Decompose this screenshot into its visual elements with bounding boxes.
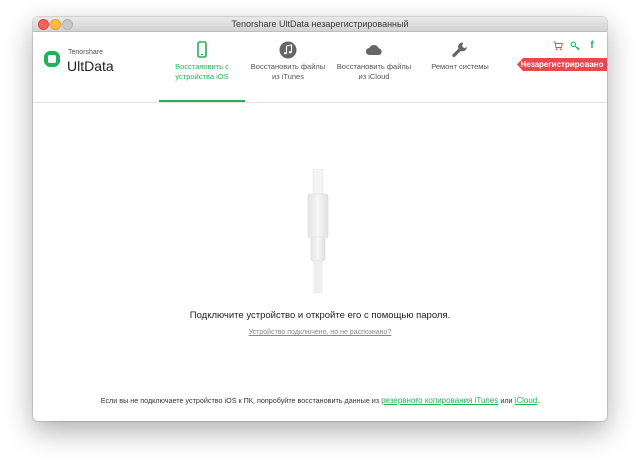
header-toolbar: Tenorshare UltData Восстановить с устрой… — [33, 32, 607, 103]
logo-brand: Tenorshare — [68, 49, 104, 56]
facebook-icon[interactable]: f — [587, 41, 597, 51]
icloud-link[interactable]: iCloud — [515, 396, 538, 405]
footer-suffix: . — [537, 396, 540, 405]
cloud-icon — [365, 44, 382, 56]
ultdata-logo-icon — [44, 51, 60, 67]
tab-label-line2: из iTunes — [272, 72, 304, 81]
footer-prefix: Если вы не подключаете устройство iOS к … — [100, 396, 382, 405]
phone-icon — [197, 41, 207, 58]
unregistered-badge[interactable]: Незарегистрировано — [517, 58, 607, 71]
itunes-backup-link[interactable]: резервного копирования iTunes — [381, 396, 498, 405]
lightning-cable-icon — [307, 169, 329, 293]
music-icon — [279, 41, 297, 59]
key-icon[interactable] — [570, 41, 580, 51]
connect-device-message: Подключите устройство и откройте его с п… — [189, 310, 451, 321]
footer-mid: или — [498, 396, 515, 405]
footer-note: Если вы не подключаете устройство iOS к … — [33, 396, 607, 406]
cart-icon[interactable] — [553, 41, 563, 51]
active-tab-indicator — [159, 100, 245, 102]
tab-recover-icloud[interactable]: Восстановить файлы из iCloud — [331, 32, 417, 102]
tab-repair-system[interactable]: Ремонт системы — [417, 32, 503, 102]
tab-label-line2: устройства iOS — [175, 72, 229, 81]
device-not-recognized-link[interactable]: Устройство подключено, но не распознано? — [249, 329, 392, 336]
tab-label-line1: Восстановить с — [175, 62, 229, 71]
tab-label-line1: Восстановить файлы — [336, 62, 412, 71]
tab-label-line2: из iCloud — [358, 72, 390, 81]
app-window: Tenorshare UltData незарегистрированный … — [33, 17, 607, 421]
title-bar: Tenorshare UltData незарегистрированный — [33, 17, 607, 32]
tab-recover-ios-device[interactable]: Восстановить с устройства iOS — [159, 32, 245, 102]
tab-label-line1: Восстановить файлы — [250, 62, 326, 71]
window-title: Tenorshare UltData незарегистрированный — [231, 19, 409, 29]
tab-label-line1: Ремонт системы — [431, 62, 489, 71]
tab-recover-itunes[interactable]: Восстановить файлы из iTunes — [245, 32, 331, 102]
wrench-icon — [452, 42, 467, 58]
logo-product: UltData — [67, 58, 114, 74]
